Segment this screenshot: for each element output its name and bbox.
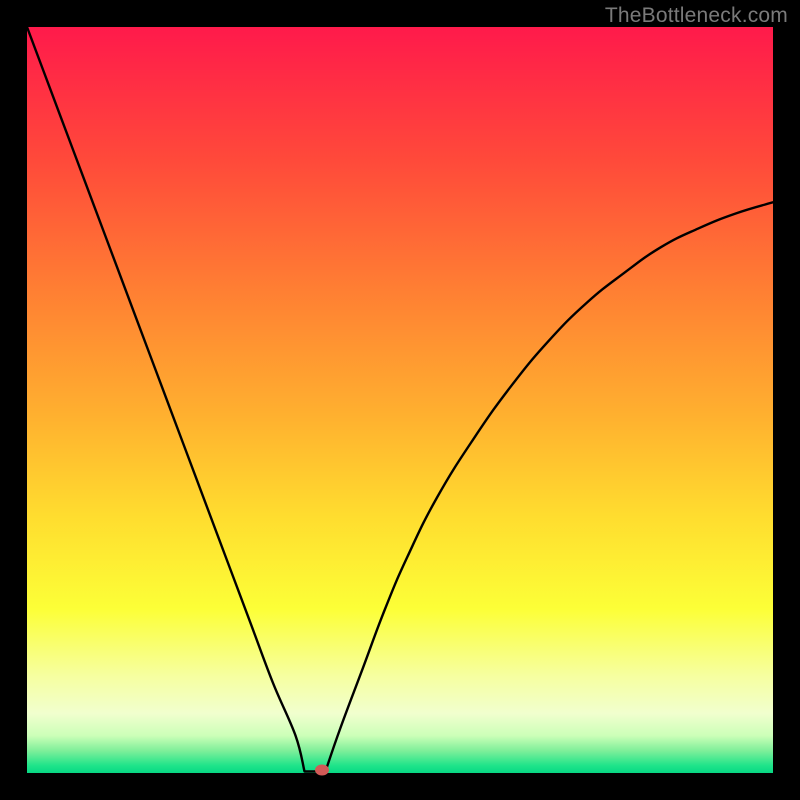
bottleneck-curve: [27, 27, 773, 773]
chart-frame: TheBottleneck.com: [0, 0, 800, 800]
watermark-text: TheBottleneck.com: [605, 4, 788, 28]
optimum-marker: [315, 765, 329, 776]
plot-area: [27, 27, 773, 773]
